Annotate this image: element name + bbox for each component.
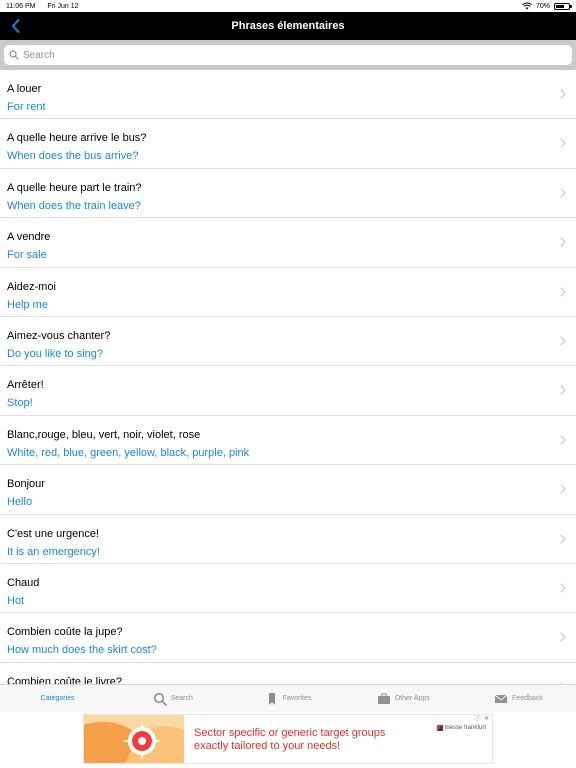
chevron-right-icon: [560, 89, 566, 99]
phrase-english: Help me: [7, 298, 48, 311]
chevron-right-icon: [560, 435, 566, 445]
status-time: 11:06 PM: [6, 2, 36, 10]
back-button[interactable]: [6, 16, 24, 36]
wifi-icon: [522, 2, 532, 10]
chevron-right-icon: [560, 583, 566, 593]
status-bar: 11:06 PM Fri Jun 12 70%: [0, 0, 576, 12]
phrase-french: Aimez-vous chanter?: [7, 329, 111, 342]
phrase-row[interactable]: Combien coûte le livre?: [0, 663, 576, 684]
ad-badge: ⓘ ✕: [474, 716, 490, 723]
chevron-right-icon: [560, 632, 566, 642]
adchoices-icon[interactable]: ⓘ: [474, 716, 481, 723]
phrase-english: Stop!: [7, 397, 33, 410]
bookmark-icon: [268, 692, 275, 705]
phrase-row[interactable]: Chaud Hot: [0, 564, 576, 614]
phrase-english: White, red, blue, green, yellow, black, …: [7, 446, 250, 459]
chevron-right-icon: [560, 138, 566, 148]
phrase-french: Bonjour: [7, 478, 45, 491]
status-date: Fri Jun 12: [47, 2, 79, 10]
status-left: 11:06 PM Fri Jun 12: [6, 3, 89, 10]
phrase-english: When does the train leave?: [7, 199, 141, 212]
chevron-right-icon: [560, 484, 566, 494]
phrase-french: Arrêter!: [7, 379, 44, 392]
phrase-french: Blanc,rouge, bleu, vert, noir, violet, r…: [7, 428, 201, 441]
phrase-row[interactable]: Arrêter! Stop!: [0, 366, 576, 416]
phrase-row[interactable]: Combien coûte la jupe? How much does the …: [0, 613, 576, 663]
phrase-french: Chaud: [7, 576, 40, 589]
battery-icon: [554, 2, 572, 10]
ad-line-1: Sector specific or generic target groups: [194, 727, 386, 739]
phrase-row[interactable]: A quelle heure arrive le bus? When does t…: [0, 119, 576, 169]
phrase-row[interactable]: Blanc,rouge, bleu, vert, noir, violet, r…: [0, 416, 576, 466]
phrase-french: A quelle heure part le train?: [7, 181, 142, 194]
tab-label: Search: [170, 695, 193, 702]
ad-brand: messe frankfurt: [436, 725, 486, 731]
tab-other-apps[interactable]: Other Apps: [346, 685, 461, 712]
brand-logo-icon: [436, 725, 443, 731]
phrase-english: Hello: [7, 496, 33, 509]
chevron-right-icon: [560, 385, 566, 395]
tab-label: Other Apps: [394, 695, 430, 702]
ad-artwork: [84, 715, 184, 763]
phrase-row[interactable]: A quelle heure part le train? When does t…: [0, 169, 576, 219]
briefcase-icon: [377, 693, 390, 704]
phrase-english: When does the bus arrive?: [7, 150, 139, 163]
chevron-right-icon: [560, 286, 566, 297]
tab-bar: Categories Search Favorites Other Apps Feedb…: [0, 684, 576, 712]
ad-line-2: exactly tailored to your needs!: [194, 740, 341, 752]
phrase-french: A louer: [7, 83, 42, 95]
tab-search[interactable]: Search: [115, 685, 230, 712]
close-icon[interactable]: ✕: [483, 716, 490, 723]
search-input[interactable]: [23, 49, 567, 61]
tab-label: Feedback: [512, 695, 543, 702]
phrase-english: Hot: [7, 594, 25, 607]
ad-brand-name: messe frankfurt: [444, 725, 486, 731]
phrase-french: Combien coûte le livre?: [7, 675, 122, 684]
chevron-left-icon: [11, 19, 19, 33]
phrase-french: A quelle heure arrive le bus?: [7, 132, 147, 145]
search-icon: [153, 692, 167, 706]
ad-area: Sector specific or generic target groups…: [0, 712, 576, 768]
phrase-english: For sale: [7, 249, 47, 262]
search-icon: [9, 50, 19, 60]
tab-label: Favorites: [282, 695, 312, 702]
phrase-row[interactable]: Aimez-vous chanter? Do you like to sing?: [0, 317, 576, 367]
phrase-french: Combien coûte la jupe?: [7, 626, 123, 639]
chevron-right-icon: [560, 336, 566, 346]
phrase-english: Do you like to sing?: [7, 347, 103, 360]
phrase-french: C'est une urgence!: [7, 527, 99, 540]
ad-blank: [274, 715, 306, 727]
phrase-row[interactable]: Bonjour Hello: [0, 465, 576, 515]
chevron-right-icon: [560, 533, 566, 544]
phrase-row[interactable]: A louer For rent: [0, 70, 576, 120]
phrase-list: A louer For rent A quelle heure arrive le …: [0, 70, 576, 684]
battery-fill: [556, 4, 565, 8]
phrase-french: A vendre: [7, 231, 51, 244]
phrase-french: Aidez-moi: [7, 280, 56, 293]
ad-banner[interactable]: Sector specific or generic target groups…: [83, 714, 493, 764]
page-title: Phrases élementaires: [231, 20, 345, 32]
nav-bar: Phrases élementaires: [0, 12, 576, 40]
ad-text: Sector specific or generic target groups…: [194, 727, 385, 753]
phrase-english: How much does the skirt cost?: [7, 644, 157, 657]
phrase-row[interactable]: Aidez-moi Help me: [0, 268, 576, 317]
tab-favorites[interactable]: Favorites: [230, 685, 345, 712]
phrase-english: For rent: [7, 101, 46, 113]
chevron-right-icon: [560, 188, 566, 198]
phrase-row[interactable]: C'est une urgence! It is an emergency!: [0, 515, 576, 564]
chevron-right-icon: [560, 237, 566, 247]
envelope-icon: [494, 694, 508, 703]
tab-label: Categories: [40, 695, 75, 702]
tab-categories[interactable]: Categories: [0, 685, 115, 712]
search-box[interactable]: [4, 45, 572, 65]
phrase-row[interactable]: A vendre For sale: [0, 218, 576, 268]
search-bar: [0, 40, 576, 70]
phrase-english: It is an emergency!: [7, 545, 100, 558]
battery-percent: 70%: [535, 2, 550, 10]
status-right: 70%: [522, 2, 572, 10]
tab-feedback[interactable]: Feedback: [461, 685, 576, 712]
